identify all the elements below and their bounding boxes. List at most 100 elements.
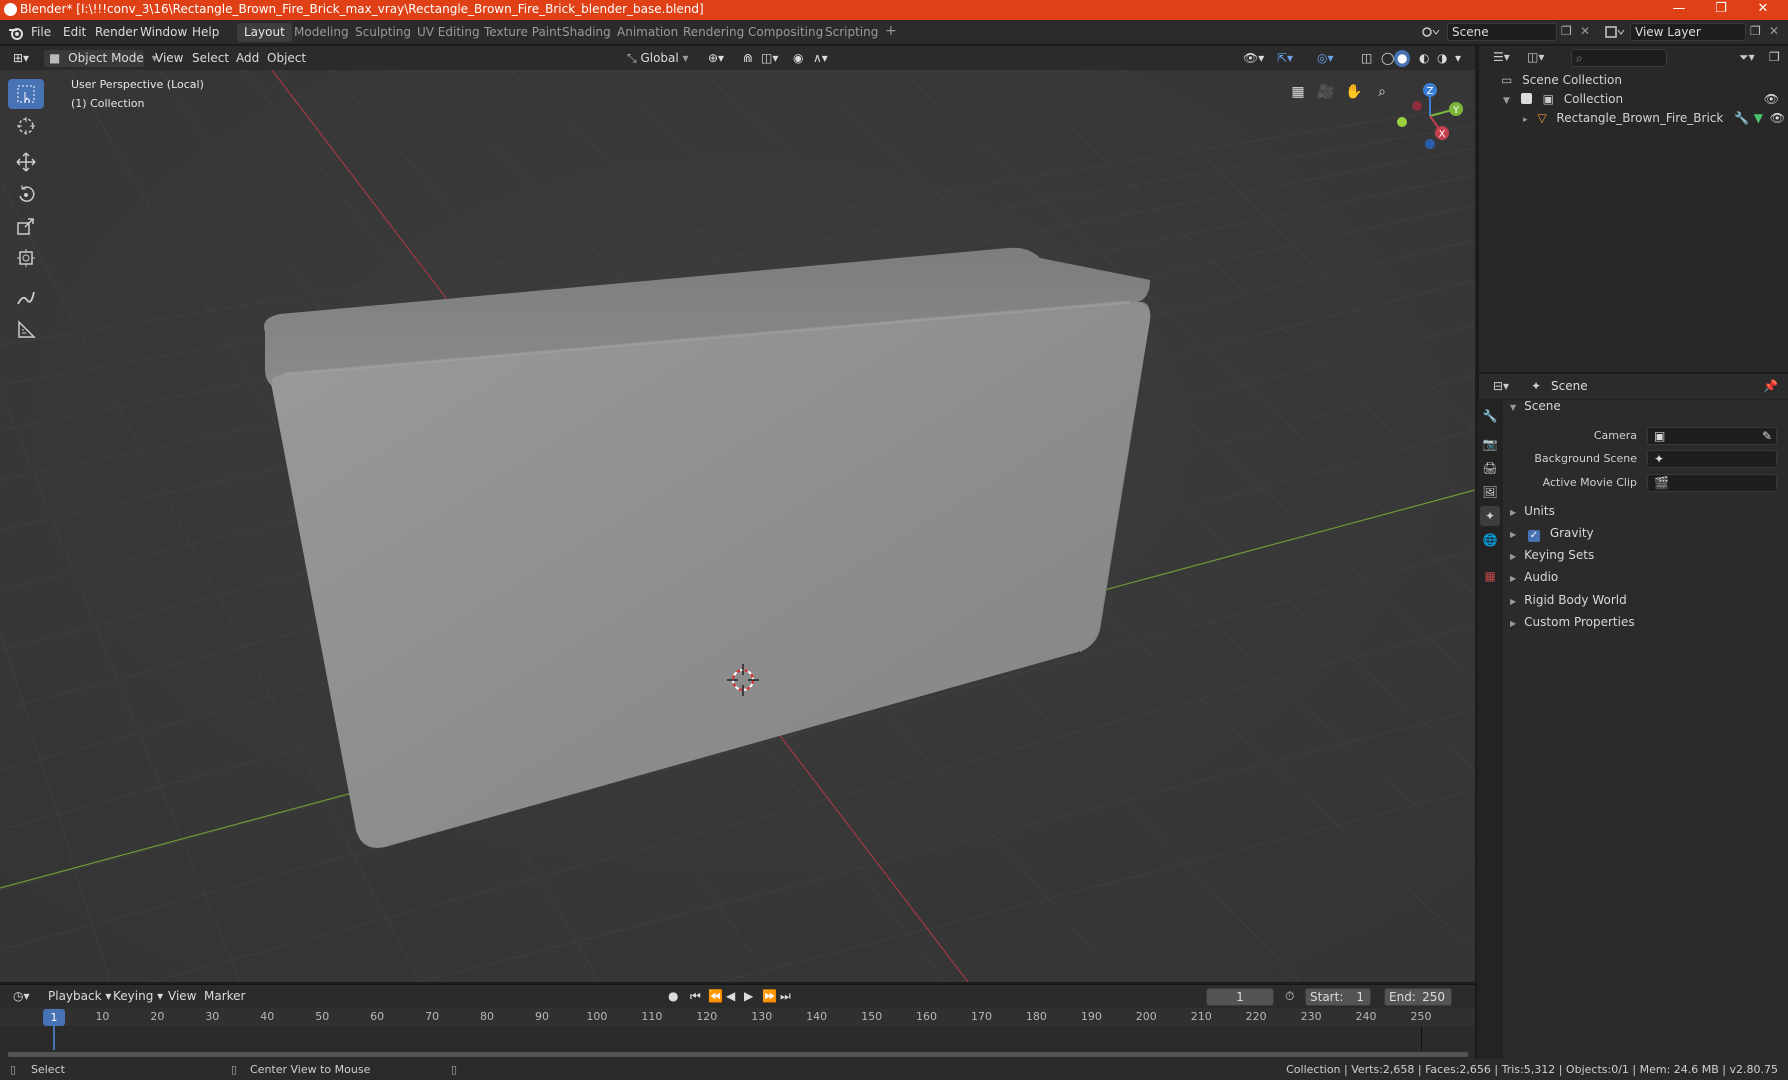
eyedropper-icon[interactable]: ✎ [1762,429,1772,443]
restore-button[interactable]: ❐ [1700,0,1742,20]
scale-tool[interactable] [8,211,44,241]
overlays-toggle-icon[interactable]: ◎▾ [1312,50,1339,67]
outliner-row-object[interactable]: ▸ ▽ Rectangle_Brown_Fire_Brick 🔧 ▼ 👁 [1523,111,1785,125]
tab-animation[interactable]: Animation [610,23,685,42]
gravity-checkbox[interactable]: ✓ [1527,530,1540,542]
expand-triangle-icon[interactable]: ▼ [1503,96,1510,106]
jump-end-icon[interactable]: ⏭ [775,988,796,1005]
close-button[interactable]: ✕ [1742,0,1784,20]
measure-tool[interactable] [8,315,44,345]
menu-file[interactable]: File [31,25,51,39]
output-tab-icon[interactable]: 🖨 [1480,458,1500,478]
tool-settings-tab-icon[interactable]: 🔧 [1480,406,1500,426]
outliner-row-scene-collection[interactable]: ▭ Scene Collection [1501,73,1622,87]
menu-add[interactable]: Add [231,50,264,67]
timeline-view-menu[interactable]: View [163,988,201,1005]
end-frame-field[interactable]: End: 250 [1384,988,1452,1006]
collection-checkbox[interactable] [1520,93,1532,104]
render-tab-icon[interactable]: 📷 [1480,434,1500,454]
outliner-search-input[interactable]: ⌕ [1571,49,1667,67]
visibility-icon[interactable]: 👁▾ [1238,50,1269,67]
tab-rendering[interactable]: Rendering [676,23,751,42]
tab-sculpting[interactable]: Sculpting [348,23,418,42]
delete-scene-icon[interactable]: ✕ [1580,24,1590,38]
cursor-tool[interactable] [8,111,44,141]
scene-panel-header[interactable]: ▼ Scene [1510,399,1782,419]
menu-help[interactable]: Help [192,25,219,39]
tab-modeling[interactable]: Modeling [287,23,356,42]
outliner-editor-type-icon[interactable]: ☰▾ [1493,50,1510,64]
menu-view[interactable]: View [150,50,188,67]
tab-compositing[interactable]: Compositing [741,23,830,42]
mode-dropdown[interactable]: ■ Object Mode ▾ [44,50,158,67]
toggle-perspective-icon[interactable]: ▦ [1286,80,1310,104]
scene-selector[interactable]: Scene [1447,23,1557,41]
start-frame-field[interactable]: Start: 1 [1305,988,1371,1006]
zoom-icon[interactable]: ⌕ [1370,80,1394,104]
play-icon[interactable]: ▶ [739,988,758,1005]
texture-tab-icon[interactable]: ▦ [1480,566,1500,586]
rigid-body-world-panel-header[interactable]: ▶ Rigid Body World [1510,593,1782,613]
menu-object[interactable]: Object [262,50,311,67]
scene-browse-icon[interactable] [1421,24,1443,40]
snap-target-icon[interactable]: ◫▾ [756,50,783,67]
new-scene-icon[interactable]: ❐ [1561,24,1572,38]
current-frame-field[interactable]: 1 [1206,988,1274,1006]
select-box-tool[interactable] [8,79,44,109]
solid-shading-icon[interactable]: ● [1394,50,1411,67]
navigation-gizmo[interactable]: Z Y X [1392,78,1472,158]
background-scene-field[interactable]: ✦ [1647,450,1777,468]
keying-menu[interactable]: Keying ▾ [108,988,168,1005]
playhead-frame-indicator[interactable]: 1 [43,1009,65,1026]
tab-shading[interactable]: Shading [555,23,618,42]
outliner-row-collection[interactable]: ▼ ▣ Collection 👁 [1503,92,1785,106]
timeline-editor-type-icon[interactable]: ◷▾ [8,988,35,1005]
units-panel-header[interactable]: ▶ Units [1510,504,1782,524]
xray-toggle-icon[interactable]: ◫ [1356,50,1377,67]
filter-icon[interactable]: ⏷▾ [1739,50,1755,65]
view-layer-tab-icon[interactable]: 🖼 [1480,482,1500,502]
orientation-dropdown[interactable]: ⤡ Global ▾ [622,50,696,67]
pan-hand-icon[interactable]: ✋ [1342,80,1366,104]
blender-menu-icon[interactable] [8,25,24,41]
annotate-tool[interactable] [8,283,44,313]
menu-select[interactable]: Select [187,50,234,67]
view-layer-browse-icon[interactable] [1604,24,1626,40]
new-view-layer-icon[interactable]: ❐ [1750,24,1761,38]
editor-type-icon[interactable]: ⊞▾ [8,50,34,67]
minimize-button[interactable]: — [1658,0,1700,20]
audio-panel-header[interactable]: ▶ Audio [1510,570,1782,590]
menu-render[interactable]: Render [95,25,138,39]
new-collection-icon[interactable]: ❐ [1769,50,1780,64]
tab-scripting[interactable]: Scripting [818,23,885,42]
modifier-wrench-icon[interactable]: 🔧 [1734,111,1749,125]
falloff-icon[interactable]: ∧▾ [808,50,833,67]
active-movie-clip-field[interactable]: 🎬 [1647,474,1777,492]
shading-options-icon[interactable]: ▾ [1450,50,1466,67]
delete-view-layer-icon[interactable]: ✕ [1769,24,1779,38]
gizmo-toggle-icon[interactable]: ⇱▾ [1272,50,1298,67]
tab-layout[interactable]: Layout [237,23,292,42]
mesh-data-icon[interactable]: ▼ [1754,111,1763,125]
pin-icon[interactable]: 📌 [1763,379,1778,393]
3d-viewport[interactable]: User Perspective (Local) (1) Collection … [0,70,1475,982]
camera-field[interactable]: ▣ ✎ [1647,427,1777,445]
eye-icon[interactable]: 👁 [1770,111,1785,125]
tab-uv-editing[interactable]: UV Editing [410,23,487,42]
add-workspace-button[interactable]: + [878,21,904,40]
marker-menu[interactable]: Marker [199,988,250,1005]
eye-icon[interactable]: 👁 [1764,92,1779,106]
world-tab-icon[interactable]: 🌐 [1480,530,1500,550]
timeline-scrollbar[interactable] [8,1052,1468,1057]
view-layer-selector[interactable]: View Layer [1630,23,1746,41]
transform-tool[interactable] [8,243,44,273]
properties-editor-type-icon[interactable]: ⊟▾ [1493,379,1509,393]
display-mode-icon[interactable]: ◫▾ [1527,50,1544,64]
auto-keying-record-icon[interactable]: ● [663,988,683,1005]
menu-edit[interactable]: Edit [63,25,86,39]
preview-range-clock-icon[interactable]: ⏱ [1280,988,1299,1005]
collapse-triangle-icon[interactable]: ▸ [1523,115,1528,125]
gravity-panel-header[interactable]: ▶ ✓ Gravity [1510,526,1782,546]
play-reverse-icon[interactable]: ◀ [721,988,740,1005]
custom-properties-panel-header[interactable]: ▶ Custom Properties [1510,615,1782,635]
